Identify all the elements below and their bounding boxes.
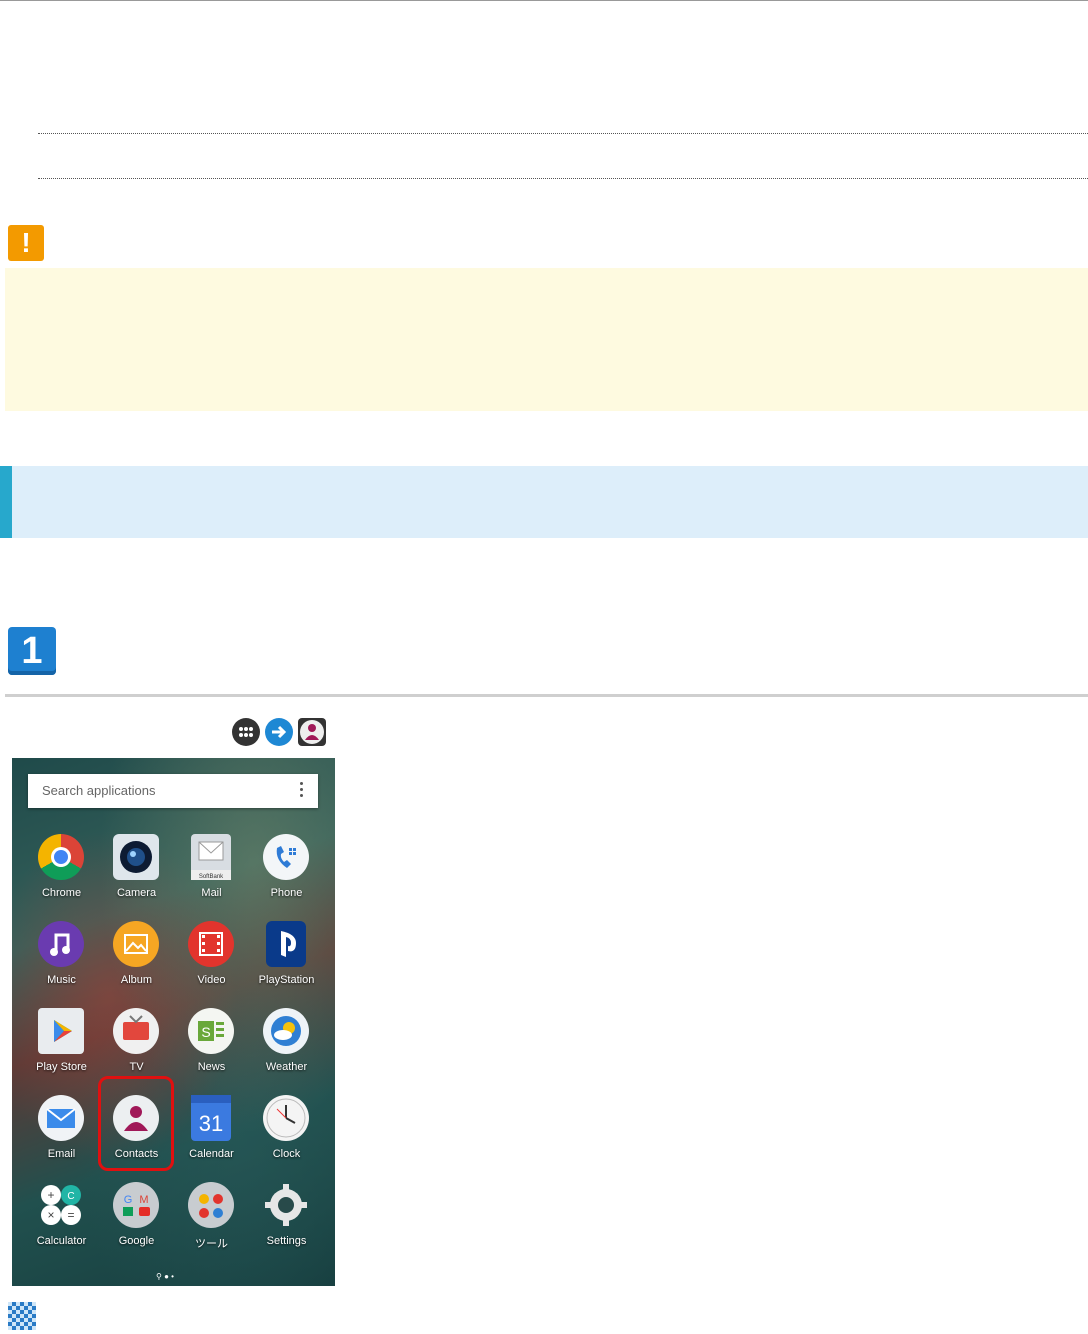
page-indicator: ⚲ ● •: [156, 1272, 174, 1281]
calendar-day-text: 31: [199, 1111, 223, 1136]
google-folder-icon: GM: [113, 1182, 159, 1228]
app-label: Camera: [116, 887, 157, 899]
app-label: Mail: [201, 887, 222, 899]
apps-grid-icon: [232, 718, 260, 746]
warning-icon: !: [8, 225, 44, 261]
step-divider: [5, 694, 1088, 697]
email-icon: [38, 1095, 84, 1141]
app-label: Video: [197, 974, 226, 986]
phone-icon: [263, 834, 309, 880]
app-news[interactable]: S News: [174, 1008, 249, 1088]
tv-icon: [113, 1008, 159, 1054]
app-play-store[interactable]: Play Store: [24, 1008, 99, 1088]
app-label: TV: [129, 1061, 144, 1073]
search-placeholder: Search applications: [42, 783, 156, 798]
app-mail[interactable]: SoftBank Mail: [174, 834, 249, 914]
svg-text:G: G: [124, 1194, 133, 1206]
app-label: PlayStation: [258, 974, 315, 986]
app-label: Weather: [265, 1061, 308, 1073]
top-divider: [0, 0, 1088, 1]
dotted-divider: [38, 133, 1088, 134]
app-phone[interactable]: Phone: [249, 834, 324, 914]
phone-app-drawer: Search applications Chrome Camera SoftBa…: [12, 758, 335, 1286]
checkered-flag-icon: [8, 1302, 36, 1330]
app-label: Album: [120, 974, 153, 986]
calculator-icon: + C × =: [38, 1182, 84, 1228]
film-icon: [188, 921, 234, 967]
chrome-icon: [38, 834, 84, 880]
svg-text:=: =: [67, 1208, 74, 1222]
app-label: Music: [47, 974, 76, 986]
svg-text:M: M: [139, 1194, 148, 1206]
highlight-box-contacts: [98, 1076, 174, 1171]
step-number-badge: 1: [8, 627, 56, 675]
tools-folder-icon: [188, 1182, 234, 1228]
music-note-icon: [38, 921, 84, 967]
app-tools-folder[interactable]: ツール: [174, 1182, 249, 1262]
app-chrome[interactable]: Chrome: [24, 834, 99, 914]
app-google-folder[interactable]: GM Google: [99, 1182, 174, 1262]
app-label: News: [197, 1061, 226, 1073]
weather-icon: [263, 1008, 309, 1054]
contacts-icon: [298, 718, 326, 746]
app-label: Google: [118, 1235, 155, 1247]
app-video[interactable]: Video: [174, 921, 249, 1001]
album-icon: [113, 921, 159, 967]
app-label: Play Store: [36, 1061, 87, 1073]
mail-badge-text: SoftBank: [199, 874, 224, 880]
svg-text:+: +: [47, 1188, 54, 1202]
app-clock[interactable]: Clock: [249, 1095, 324, 1175]
news-icon: S: [188, 1008, 234, 1054]
svg-text:S: S: [201, 1024, 210, 1040]
play-store-icon: [38, 1008, 84, 1054]
app-music[interactable]: Music: [24, 921, 99, 1001]
clock-icon: [263, 1095, 309, 1141]
dotted-divider: [38, 178, 1088, 179]
app-label: Email: [47, 1148, 76, 1160]
playstation-icon: [266, 921, 306, 967]
app-weather[interactable]: Weather: [249, 1008, 324, 1088]
svg-text:C: C: [67, 1191, 74, 1202]
app-album[interactable]: Album: [99, 921, 174, 1001]
search-applications-field[interactable]: Search applications: [28, 774, 318, 808]
app-label: Calculator: [36, 1235, 87, 1247]
app-calculator[interactable]: + C × = Calculator: [24, 1182, 99, 1262]
gear-icon: [263, 1182, 309, 1228]
app-label: Clock: [272, 1148, 301, 1160]
app-calendar[interactable]: 31 Calendar: [174, 1095, 249, 1175]
app-label: Chrome: [41, 887, 82, 899]
app-email[interactable]: Email: [24, 1095, 99, 1175]
svg-text:×: ×: [47, 1208, 54, 1222]
calendar-icon: 31: [191, 1095, 231, 1141]
overflow-menu-icon[interactable]: [300, 782, 304, 800]
app-label: Settings: [266, 1235, 307, 1247]
camera-icon: [113, 834, 159, 880]
caution-box: [5, 268, 1088, 411]
section-header: [0, 466, 1088, 538]
app-settings[interactable]: Settings: [249, 1182, 324, 1262]
app-label: Phone: [270, 887, 303, 899]
app-label: ツール: [195, 1238, 228, 1250]
section-accent-bar: [0, 466, 12, 538]
app-playstation[interactable]: PlayStation: [249, 921, 324, 1001]
arrow-right-icon: [265, 718, 293, 746]
app-label: Calendar: [189, 1148, 234, 1160]
app-camera[interactable]: Camera: [99, 834, 174, 914]
mail-icon: SoftBank: [191, 834, 231, 880]
